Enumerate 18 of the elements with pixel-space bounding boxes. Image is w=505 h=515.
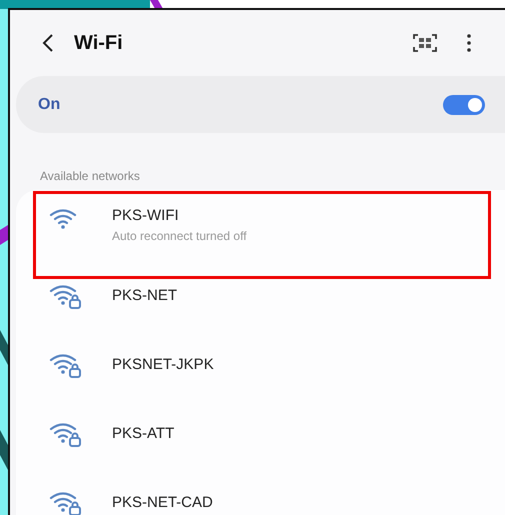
more-options-icon[interactable] — [467, 34, 471, 52]
section-heading: Available networks — [39, 168, 141, 185]
screen-title: Wi-Fi — [74, 32, 123, 54]
network-name: PKS-WIFI — [112, 207, 180, 224]
toggle-switch[interactable] — [443, 94, 485, 114]
network-row[interactable]: PKS-ATT — [33, 399, 491, 468]
network-name: PKSNET-JKPK — [112, 356, 214, 373]
network-name: PKS-NET-CAD — [112, 494, 213, 511]
back-icon[interactable] — [42, 33, 54, 53]
qr-scan-icon[interactable] — [413, 33, 437, 53]
network-row[interactable]: PKS-NET — [33, 261, 491, 330]
network-row[interactable]: PKSNET-JKPK — [33, 330, 491, 399]
switch-label: On — [38, 96, 60, 114]
network-row[interactable]: PKS-NET-CAD — [33, 468, 491, 515]
network-name: PKS-ATT — [112, 425, 174, 442]
network-row[interactable]: PKS-WIFI Auto reconnect turned off — [33, 192, 491, 261]
network-name: PKS-NET — [112, 287, 178, 304]
network-status: Auto reconnect turned off — [112, 229, 247, 243]
